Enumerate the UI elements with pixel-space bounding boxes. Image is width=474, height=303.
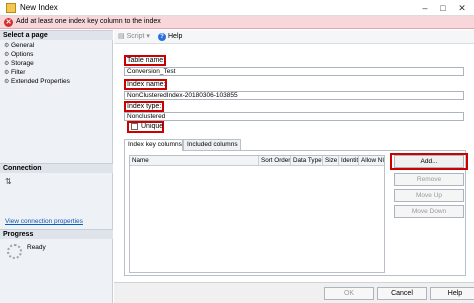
unique-checkbox[interactable] xyxy=(131,123,138,130)
page-item-extended-properties[interactable]: ⚙ Extended Properties xyxy=(4,77,70,86)
move-down-button[interactable]: Move Down xyxy=(394,205,464,218)
column-header-name: Name xyxy=(130,156,259,166)
general-page: Table name: Conversion_Test Index name: … xyxy=(114,44,474,282)
unique-label: Unique xyxy=(141,123,164,130)
table-name-label: Table name: xyxy=(127,57,166,64)
error-icon: ✕ xyxy=(4,18,13,27)
window-title: New Index xyxy=(20,3,58,12)
help-button[interactable]: Help xyxy=(430,287,474,300)
grid-header: Name Sort Order Data Type Size Identity … xyxy=(130,156,384,166)
progress-spinner-icon xyxy=(7,244,22,259)
column-header-size: Size xyxy=(325,156,339,166)
progress-header: Progress xyxy=(0,229,113,239)
connection-icon: ⇅ xyxy=(5,177,12,186)
toolbar: ▤ Script ▾ ? Help xyxy=(114,30,474,44)
index-key-columns-panel: Name Sort Order Data Type Size Identity … xyxy=(124,150,468,276)
script-button[interactable]: ▤ Script ▾ xyxy=(118,32,150,42)
title-bar: New Index – □ ✕ xyxy=(0,0,474,16)
error-message: Add at least one index key column to the… xyxy=(16,18,161,25)
help-icon: ? xyxy=(158,33,166,41)
select-page-header: Select a page xyxy=(0,30,113,40)
connection-header: Connection xyxy=(0,163,113,173)
progress-status: Ready xyxy=(27,244,46,251)
index-type-label: Index type: xyxy=(127,103,162,110)
left-pane: Select a page ⚙ General ⚙ Options ⚙ Storage… xyxy=(0,30,113,303)
column-header-allow-nulls: Allow NULLs xyxy=(361,157,384,164)
key-columns-grid[interactable]: Name Sort Order Data Type Size Identity … xyxy=(129,155,385,273)
page-item-general[interactable]: ⚙ General xyxy=(4,41,34,50)
remove-button[interactable]: Remove xyxy=(394,173,464,186)
page-item-filter[interactable]: ⚙ Filter xyxy=(4,68,25,77)
script-icon: ▤ xyxy=(118,33,125,40)
view-connection-properties-link[interactable]: View connection properties xyxy=(5,218,83,225)
help-toolbar-button[interactable]: ? Help xyxy=(158,32,182,42)
cancel-button[interactable]: Cancel xyxy=(377,287,427,300)
index-name-input[interactable]: NonClusteredIndex-20180306-103855 xyxy=(124,91,464,100)
index-name-label: Index name: xyxy=(127,81,166,88)
error-banner: ✕ Add at least one index key column to t… xyxy=(0,16,474,29)
dialog-footer: OK Cancel Help xyxy=(114,282,474,303)
page-item-storage[interactable]: ⚙ Storage xyxy=(4,59,34,68)
ok-button[interactable]: OK xyxy=(324,287,374,300)
app-icon xyxy=(6,3,16,13)
move-up-button[interactable]: Move Up xyxy=(394,189,464,202)
column-header-identity: Identity xyxy=(341,156,359,166)
wrench-icon: ⚙ xyxy=(4,79,10,85)
page-item-options[interactable]: ⚙ Options xyxy=(4,50,33,59)
index-type-field: Nonclustered xyxy=(124,112,464,121)
minimize-button[interactable]: – xyxy=(418,2,432,14)
table-name-field: Conversion_Test xyxy=(124,67,464,76)
tab-included-columns[interactable]: Included columns xyxy=(183,139,241,150)
maximize-button[interactable]: □ xyxy=(436,2,450,14)
close-button[interactable]: ✕ xyxy=(455,2,469,14)
add-button[interactable]: Add... xyxy=(394,155,464,168)
column-header-sort-order: Sort Order xyxy=(261,156,291,166)
tab-index-key-columns[interactable]: Index key columns xyxy=(124,139,183,151)
column-header-data-type: Data Type xyxy=(293,156,323,166)
